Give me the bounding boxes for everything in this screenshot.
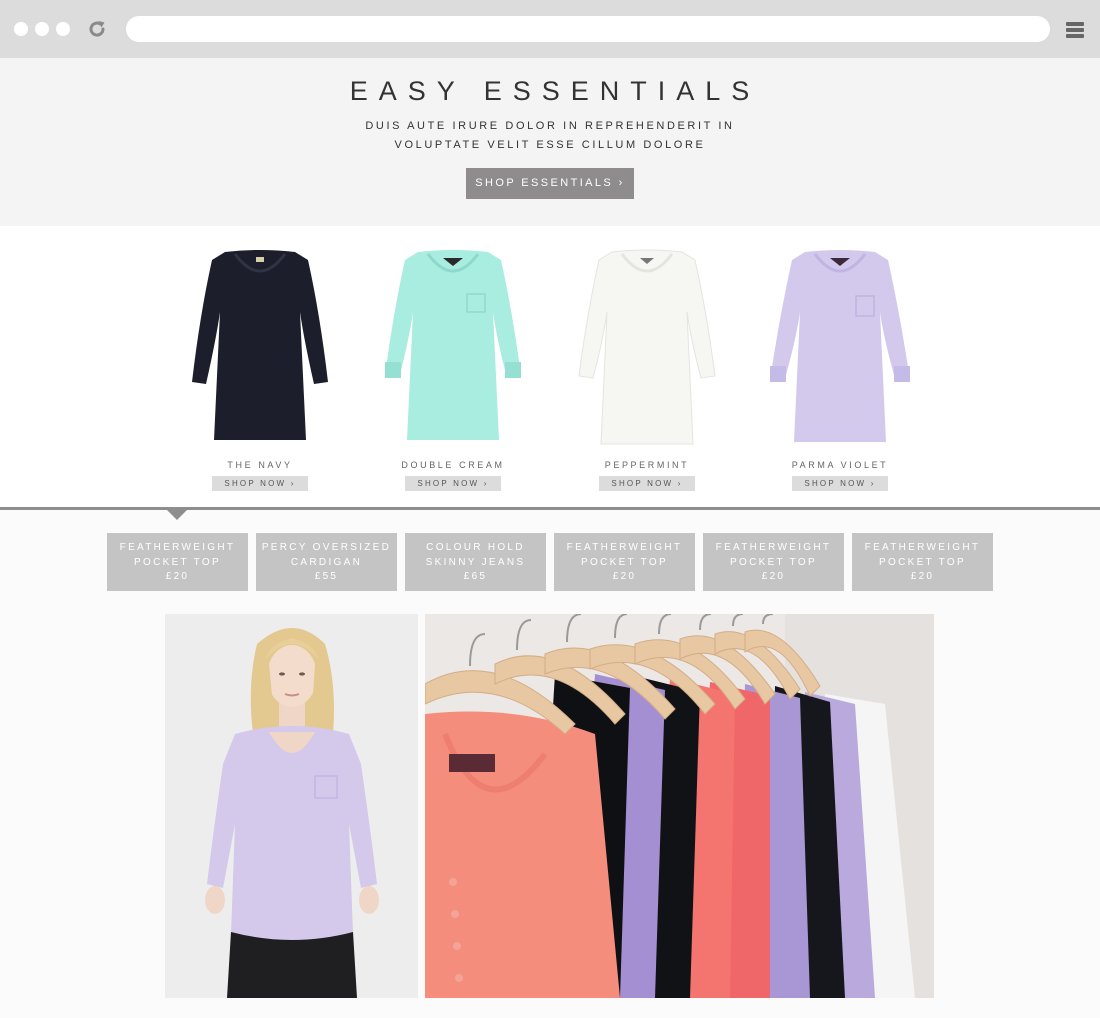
product-card[interactable]: DOUBLE CREAM SHOP NOW › [373, 226, 533, 508]
product-card[interactable]: PARMA VIOLET SHOP NOW › [760, 226, 920, 508]
tab-price: £20 [612, 571, 637, 582]
tab-product[interactable]: FEATHERWEIGHT POCKET TOP £20 [852, 533, 993, 591]
menu-icon[interactable] [1066, 22, 1084, 38]
shop-now-button[interactable]: SHOP NOW › [792, 476, 888, 491]
tab-line-1: FEATHERWEIGHT [119, 542, 236, 553]
browser-toolbar [0, 0, 1100, 58]
tab-price: £20 [761, 571, 786, 582]
tab-line-2: POCKET TOP [134, 556, 221, 568]
tab-product[interactable]: FEATHERWEIGHT POCKET TOP £20 [554, 533, 695, 591]
tab-product[interactable]: FEATHERWEIGHT POCKET TOP £20 [107, 533, 248, 591]
hero-subtitle: DUIS AUTE IRURE DOLOR IN REPREHENDERIT I… [0, 117, 1100, 155]
shop-now-button[interactable]: SHOP NOW › [599, 476, 695, 491]
tab-line-1: FEATHERWEIGHT [864, 542, 981, 553]
window-maximize-dot[interactable] [56, 22, 70, 36]
tab-product[interactable]: COLOUR HOLD SKINNY JEANS £65 [405, 533, 546, 591]
tab-line-1: COLOUR HOLD [426, 542, 525, 553]
mint-top-image[interactable] [373, 244, 533, 450]
shop-now-button[interactable]: SHOP NOW › [405, 476, 501, 491]
hero-subtitle-line-1: DUIS AUTE IRURE DOLOR IN REPREHENDERIT I… [365, 120, 735, 132]
product-name: PARMA VIOLET [791, 460, 889, 470]
violet-top-image[interactable] [760, 244, 920, 450]
tab-line-2: SKINNY JEANS [425, 556, 526, 568]
product-row: THE NAVY SHOP NOW › DOUBLE CREAM SHOP NO… [0, 226, 1100, 508]
window-minimize-dot[interactable] [35, 22, 49, 36]
product-card[interactable]: THE NAVY SHOP NOW › [180, 226, 340, 508]
tab-price: £55 [314, 571, 339, 582]
tab-price: £20 [165, 571, 190, 582]
window-close-dot[interactable] [14, 22, 28, 36]
address-bar[interactable] [126, 16, 1050, 42]
section-divider [0, 507, 1100, 510]
product-name: THE NAVY [227, 460, 293, 470]
tab-price: £20 [910, 571, 935, 582]
tab-line-1: PERCY OVERSIZED [261, 542, 392, 553]
product-card[interactable]: PEPPERMINT SHOP NOW › [567, 226, 727, 508]
product-name: PEPPERMINT [604, 460, 690, 470]
hero-subtitle-line-2: VOLUPTATE VELIT ESSE CILLUM DOLORE [394, 139, 706, 151]
model-photo [165, 614, 418, 998]
reload-icon[interactable] [86, 18, 108, 40]
tab-line-2: POCKET TOP [581, 556, 668, 568]
navy-top-image[interactable] [180, 244, 340, 450]
selection-pointer-icon [167, 510, 187, 520]
clothing-rack-photo [425, 614, 934, 998]
tab-price: £65 [463, 571, 488, 582]
product-name: DOUBLE CREAM [401, 460, 505, 470]
tab-line-1: FEATHERWEIGHT [715, 542, 832, 553]
tab-line-2: POCKET TOP [879, 556, 966, 568]
cream-top-image[interactable] [567, 244, 727, 450]
hero-banner: EASY ESSENTIALS DUIS AUTE IRURE DOLOR IN… [0, 58, 1100, 226]
tab-line-2: CARDIGAN [290, 556, 363, 568]
tab-line-2: POCKET TOP [730, 556, 817, 568]
shop-now-button[interactable]: SHOP NOW › [212, 476, 308, 491]
tab-product[interactable]: PERCY OVERSIZED CARDIGAN £55 [256, 533, 397, 591]
hero-title: EASY ESSENTIALS [349, 76, 761, 106]
shop-essentials-button[interactable]: SHOP ESSENTIALS › [466, 168, 634, 199]
tab-line-1: FEATHERWEIGHT [566, 542, 683, 553]
tab-product[interactable]: FEATHERWEIGHT POCKET TOP £20 [703, 533, 844, 591]
